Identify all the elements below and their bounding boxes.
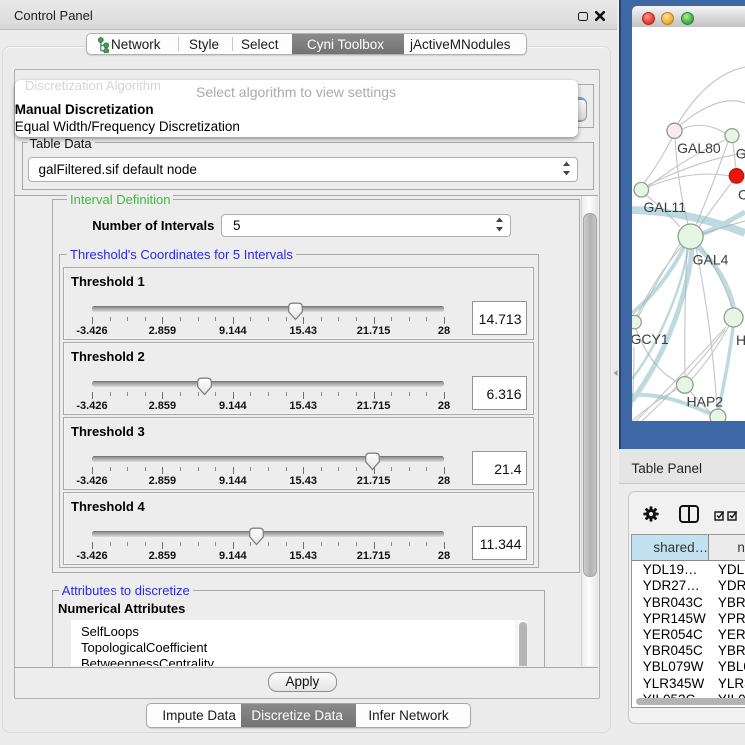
svg-text:GAL11: GAL11 [644, 199, 687, 215]
svg-text:GA: GA [736, 146, 745, 162]
svg-text:C: C [738, 187, 745, 203]
svg-text:GAL80: GAL80 [677, 140, 721, 156]
svg-text:GAL4: GAL4 [693, 252, 729, 268]
svg-text:H: H [736, 332, 745, 348]
svg-text:GCY1: GCY1 [632, 331, 669, 347]
svg-text:HAP2: HAP2 [687, 394, 724, 410]
